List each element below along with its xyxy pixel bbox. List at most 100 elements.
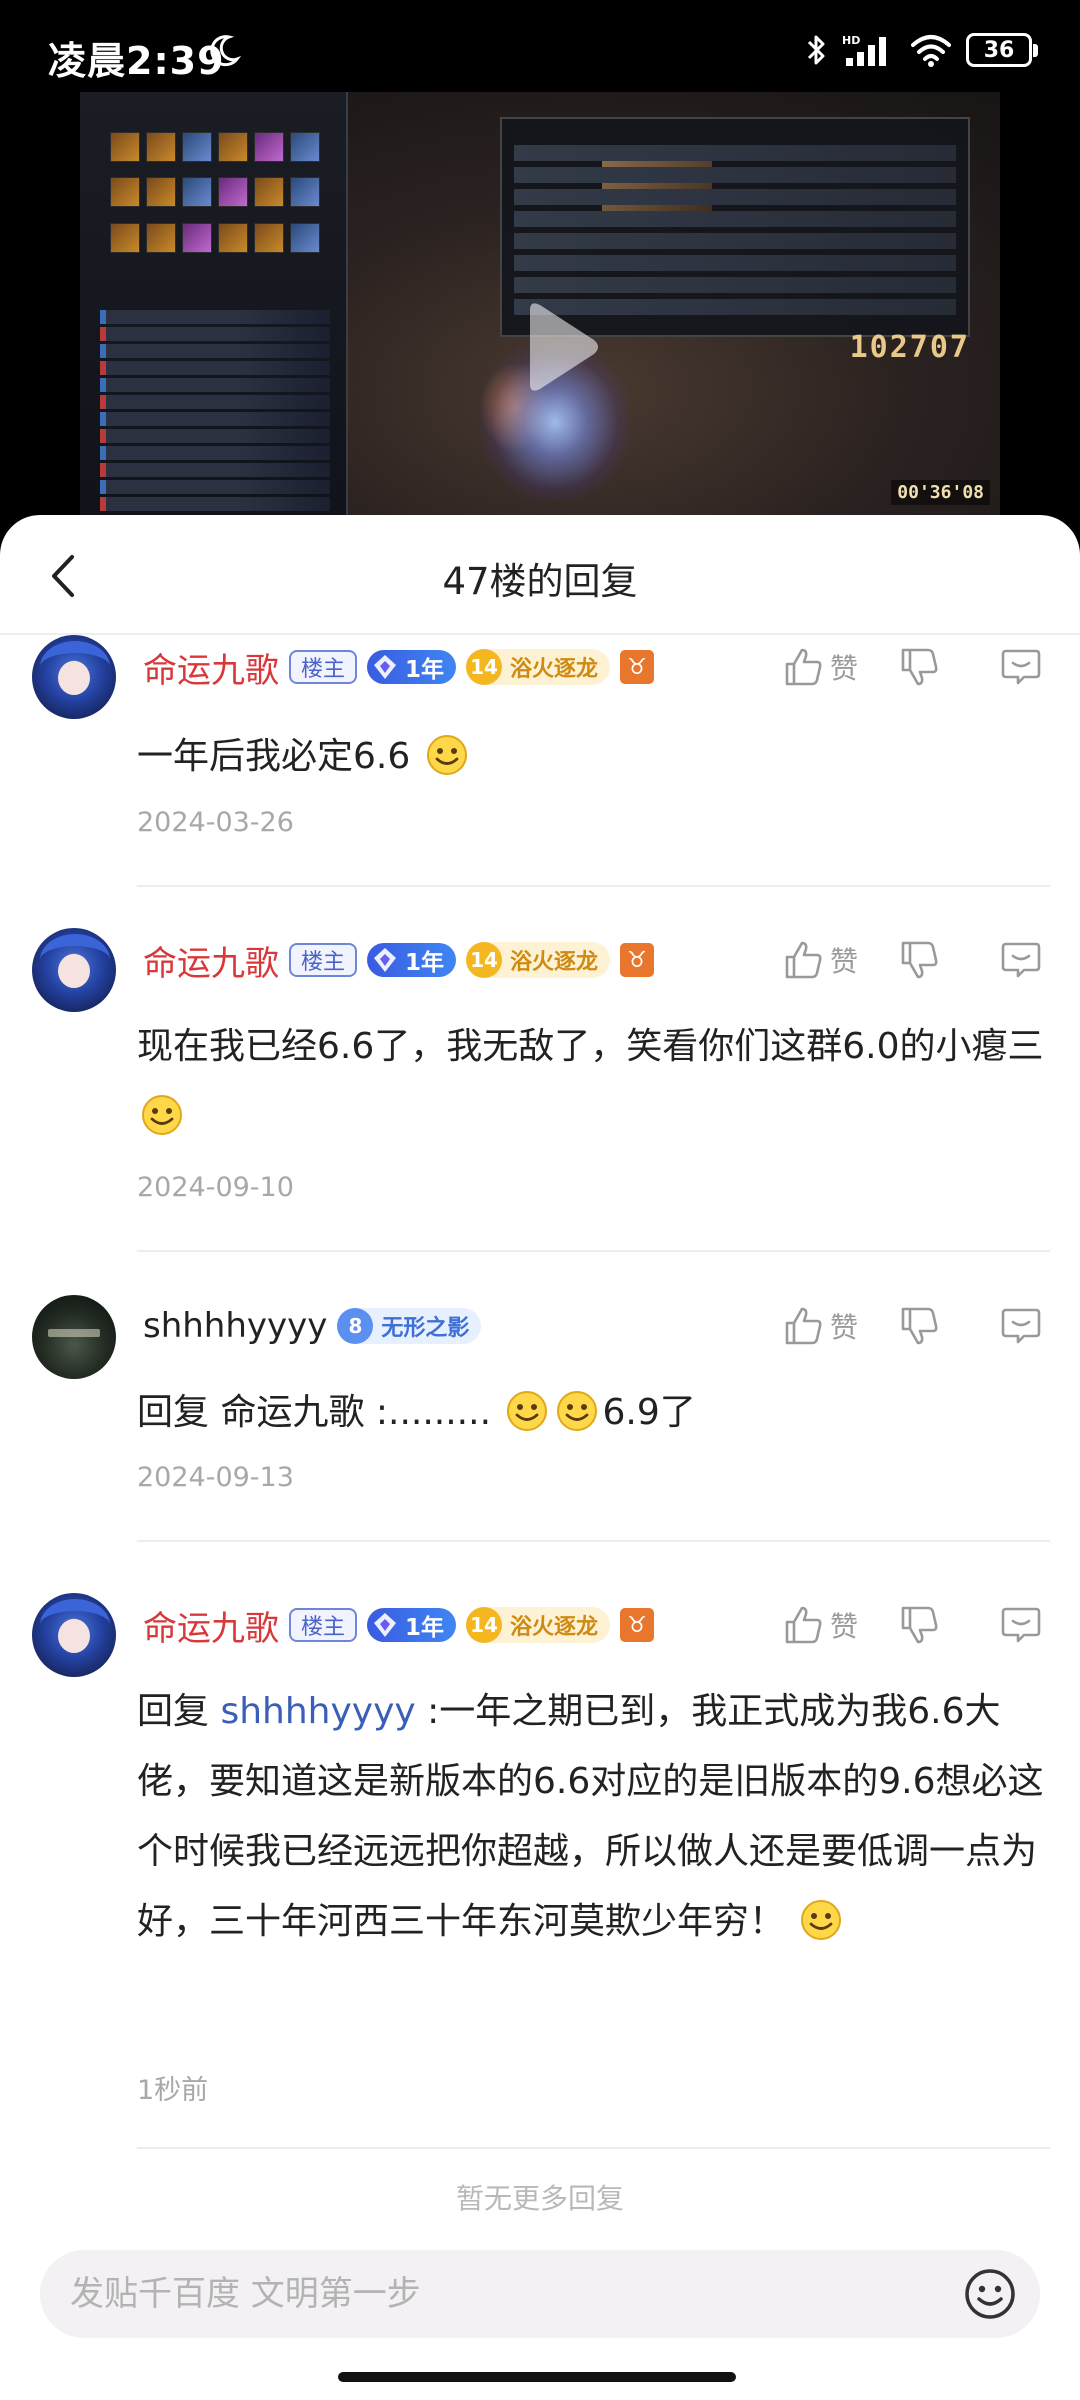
battery-icon: 36 bbox=[966, 33, 1038, 67]
status-time: 凌晨2:39 bbox=[48, 39, 225, 83]
header-divider bbox=[0, 633, 1080, 635]
like-label: 赞 bbox=[829, 652, 858, 685]
diamond-icon bbox=[374, 948, 397, 972]
comment-icon bbox=[1001, 1607, 1041, 1643]
smile-emoji-icon bbox=[142, 1095, 182, 1135]
thumbs-up-icon bbox=[785, 1606, 822, 1644]
reply-divider bbox=[137, 885, 1050, 887]
level-badge: 14 浴火逐龙 bbox=[466, 649, 611, 685]
taurus-icon: ♉ bbox=[620, 943, 655, 977]
thumbs-up-icon bbox=[785, 941, 822, 979]
thumbs-down-icon bbox=[901, 1606, 938, 1644]
thumbs-down-icon bbox=[901, 648, 938, 686]
comment-button[interactable] bbox=[1000, 1305, 1042, 1347]
username[interactable]: 命运九歌 bbox=[143, 643, 279, 692]
reply-input[interactable] bbox=[70, 2250, 950, 2338]
username[interactable]: 命运九歌 bbox=[143, 1601, 279, 1650]
game-equipment-panel bbox=[80, 92, 348, 517]
comment-icon bbox=[1001, 1308, 1041, 1344]
equipment-grid bbox=[110, 132, 320, 262]
like-label: 赞 bbox=[829, 1610, 858, 1643]
bluetooth-icon bbox=[807, 35, 825, 65]
level-badge: 14 浴火逐龙 bbox=[466, 942, 611, 978]
level-number: 8 bbox=[337, 1308, 374, 1344]
level-title: 浴火逐龙 bbox=[510, 1615, 599, 1640]
character-stats bbox=[100, 307, 330, 514]
thumbs-down-icon bbox=[901, 1307, 938, 1345]
avatar[interactable] bbox=[32, 1295, 116, 1379]
dislike-button[interactable] bbox=[898, 646, 940, 688]
like-label: 赞 bbox=[829, 1311, 858, 1344]
reply-divider bbox=[137, 2147, 1050, 2149]
level-number: 14 bbox=[466, 942, 503, 978]
level-badge: 8 无形之影 bbox=[337, 1308, 482, 1344]
like-label: 赞 bbox=[829, 945, 858, 978]
composer-bar bbox=[40, 2250, 1040, 2338]
wifi-icon bbox=[911, 35, 951, 67]
thumbs-up-icon bbox=[785, 1307, 822, 1345]
like-button[interactable]: 赞 bbox=[782, 1305, 858, 1347]
year-badge-label: 1年 bbox=[405, 950, 445, 976]
reply-body: 现在我已经6.6了，我无敌了，笑看你们这群6.0的小瘪三 bbox=[137, 1026, 1044, 1067]
smile-emoji-icon bbox=[801, 1900, 842, 1940]
avatar[interactable] bbox=[32, 928, 116, 1012]
thumbs-up-icon bbox=[785, 648, 822, 686]
moon-icon bbox=[210, 35, 241, 67]
level-title: 浴火逐龙 bbox=[510, 950, 599, 975]
diamond-icon bbox=[374, 655, 397, 679]
sheet-title: 47楼的回复 bbox=[442, 560, 638, 603]
diamond-icon bbox=[374, 1613, 397, 1637]
dislike-button[interactable] bbox=[898, 939, 940, 981]
year-badge: 1年 bbox=[367, 1608, 457, 1642]
level-badge: 14 浴火逐龙 bbox=[466, 1607, 611, 1643]
battery-level: 36 bbox=[983, 37, 1015, 63]
no-more-replies: 暂无更多回复 bbox=[455, 2182, 624, 2215]
avatar[interactable] bbox=[32, 1593, 116, 1677]
home-indicator[interactable] bbox=[338, 2372, 736, 2382]
owner-badge: 楼主 bbox=[289, 1608, 358, 1642]
taurus-icon: ♉ bbox=[620, 1608, 655, 1642]
comment-button[interactable] bbox=[1000, 939, 1042, 981]
reply-prefix: 回复 bbox=[137, 1691, 221, 1732]
dislike-button[interactable] bbox=[898, 1604, 940, 1646]
comment-icon bbox=[1001, 942, 1041, 978]
level-title: 无形之影 bbox=[381, 1316, 470, 1341]
smile-icon[interactable] bbox=[962, 2266, 1018, 2322]
video-player[interactable]: 102707 00'36'08 bbox=[80, 92, 1000, 517]
reply-sheet: 47楼的回复 命运九歌 楼主 1年 14 浴火逐龙 ♉ 赞 一年后我必定6.6 … bbox=[0, 515, 1080, 2400]
level-number: 14 bbox=[466, 1607, 503, 1643]
mention-link[interactable]: shhhhyyyy bbox=[220, 1691, 415, 1732]
owner-badge: 楼主 bbox=[289, 943, 358, 977]
status-bar: 凌晨2:39 HD 36 bbox=[0, 0, 1080, 92]
comment-icon bbox=[1001, 649, 1041, 685]
smile-emoji-icon bbox=[426, 735, 467, 775]
level-title: 浴火逐龙 bbox=[510, 657, 599, 682]
username[interactable]: shhhhyyyy bbox=[143, 1306, 327, 1346]
comment-button[interactable] bbox=[1000, 1604, 1042, 1646]
reply-text: 回复 shhhhyyyy :一年之期已到，我正式成为我6.6大佬，要知道这是新版… bbox=[137, 1677, 1047, 1957]
avatar[interactable] bbox=[32, 635, 116, 719]
hd-signal-icon: HD bbox=[842, 34, 886, 66]
comment-button[interactable] bbox=[1000, 646, 1042, 688]
dislike-button[interactable] bbox=[898, 1305, 940, 1347]
play-icon[interactable] bbox=[490, 282, 620, 412]
reply-text: 现在我已经6.6了，我无敌了，笑看你们这群6.0的小瘪三 bbox=[137, 1012, 1047, 1152]
like-button[interactable]: 赞 bbox=[782, 939, 858, 981]
status-icons: HD 36 bbox=[806, 30, 1038, 70]
sheet-header: 47楼的回复 bbox=[0, 515, 1080, 633]
reply-text: 一年后我必定6.6 bbox=[137, 722, 1047, 792]
reply-date: 2024-09-13 bbox=[137, 1462, 294, 1493]
reply-divider bbox=[137, 1250, 1050, 1252]
like-button[interactable]: 赞 bbox=[782, 1604, 858, 1646]
reply-body-b: 6.9了 bbox=[602, 1392, 696, 1433]
svg-text:HD: HD bbox=[842, 34, 860, 47]
taurus-icon: ♉ bbox=[620, 650, 655, 684]
thumbs-down-icon bbox=[901, 941, 938, 979]
reply-body: 一年后我必定6.6 bbox=[137, 736, 411, 777]
like-button[interactable]: 赞 bbox=[782, 646, 858, 688]
game-timer: 00'36'08 bbox=[891, 480, 990, 505]
level-number: 14 bbox=[466, 649, 503, 685]
reply-date: 2024-09-10 bbox=[137, 1172, 294, 1203]
damage-score: 102707 bbox=[849, 330, 970, 365]
username[interactable]: 命运九歌 bbox=[143, 936, 279, 985]
